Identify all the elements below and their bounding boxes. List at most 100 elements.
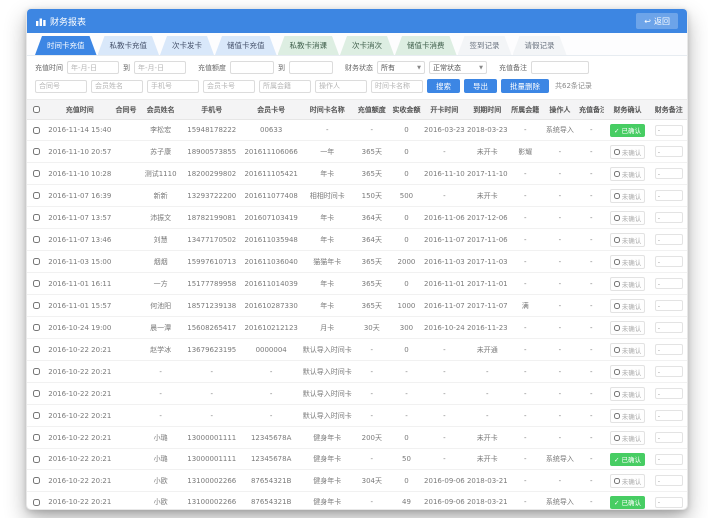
finance-note-input[interactable]: [655, 212, 683, 223]
confirm-checkbox[interactable]: [614, 281, 620, 287]
unconfirmed-toggle[interactable]: 未确认: [610, 431, 646, 445]
finance-state-select[interactable]: 所有 ▼: [377, 61, 425, 74]
row-checkbox[interactable]: [33, 368, 40, 375]
confirm-checkbox[interactable]: [614, 325, 620, 331]
finance-note-input[interactable]: [655, 125, 683, 136]
finance-note-input[interactable]: [655, 388, 683, 399]
filter-input-7[interactable]: [371, 80, 423, 93]
row-checkbox[interactable]: [33, 477, 40, 484]
search-button[interactable]: 搜索: [427, 79, 460, 93]
finance-note-input[interactable]: [655, 146, 683, 157]
row-checkbox[interactable]: [33, 346, 40, 353]
finance-note-input[interactable]: [655, 432, 683, 443]
row-checkbox[interactable]: [33, 390, 40, 397]
confirm-checkbox[interactable]: [614, 193, 620, 199]
row-checkbox[interactable]: [33, 214, 40, 221]
finance-note-input[interactable]: [655, 190, 683, 201]
tab-3[interactable]: 次卡发卡: [160, 36, 214, 55]
finance-note-input[interactable]: [655, 454, 683, 465]
recharge-date-from-input[interactable]: [67, 61, 119, 74]
cell-card-name: 默认导入时间卡: [301, 339, 354, 361]
finance-note-input[interactable]: [655, 497, 683, 508]
finance-note-input[interactable]: [655, 344, 683, 355]
unconfirmed-toggle[interactable]: 未确认: [610, 277, 646, 291]
unconfirmed-toggle[interactable]: 未确认: [610, 299, 646, 313]
confirm-checkbox[interactable]: [614, 237, 620, 243]
quota-to-input[interactable]: [289, 61, 333, 74]
row-checkbox[interactable]: [33, 302, 40, 309]
filter-input-6[interactable]: [315, 80, 367, 93]
quota-from-input[interactable]: [230, 61, 274, 74]
cell-membership: -: [509, 449, 542, 470]
unconfirmed-toggle[interactable]: 未确认: [610, 189, 646, 203]
finance-note-input[interactable]: [655, 410, 683, 421]
row-checkbox[interactable]: [33, 148, 40, 155]
finance-note-input[interactable]: [655, 475, 683, 486]
normal-state-select[interactable]: 正常状态 ▼: [429, 61, 487, 74]
unconfirmed-toggle[interactable]: 未确认: [610, 365, 646, 379]
confirm-checkbox[interactable]: [614, 149, 620, 155]
confirm-checkbox[interactable]: [614, 369, 620, 375]
confirm-checkbox[interactable]: [614, 347, 620, 353]
confirm-checkbox[interactable]: [614, 478, 620, 484]
row-checkbox[interactable]: [33, 258, 40, 265]
filter-input-1[interactable]: [35, 80, 87, 93]
finance-note-input[interactable]: [655, 256, 683, 267]
batch-delete-button[interactable]: 批量删除: [501, 79, 549, 93]
tab-7[interactable]: 储值卡消费: [395, 36, 457, 55]
confirm-checkbox[interactable]: [614, 171, 620, 177]
export-button[interactable]: 导出: [464, 79, 497, 93]
unconfirmed-toggle[interactable]: 未确认: [610, 233, 646, 247]
recharge-date-to-input[interactable]: [134, 61, 186, 74]
unconfirmed-toggle[interactable]: 未确认: [610, 409, 646, 423]
recharge-note-input[interactable]: [531, 61, 589, 74]
tab-8[interactable]: 签到记录: [458, 36, 512, 55]
finance-state-value: 所有: [381, 63, 395, 73]
row-checkbox[interactable]: [33, 412, 40, 419]
row-checkbox[interactable]: [33, 434, 40, 441]
filter-input-4[interactable]: [203, 80, 255, 93]
unconfirmed-toggle[interactable]: 未确认: [610, 474, 646, 488]
unconfirmed-toggle[interactable]: 未确认: [610, 167, 646, 181]
finance-note-input[interactable]: [655, 168, 683, 179]
confirm-checkbox[interactable]: [614, 413, 620, 419]
row-checkbox[interactable]: [33, 192, 40, 199]
confirmed-badge[interactable]: ✓ 已确认: [610, 124, 645, 137]
confirm-checkbox[interactable]: [614, 435, 620, 441]
unconfirmed-toggle[interactable]: 未确认: [610, 321, 646, 335]
row-checkbox[interactable]: [33, 456, 40, 463]
tab-1[interactable]: 时间卡充值: [35, 36, 97, 55]
row-checkbox[interactable]: [33, 170, 40, 177]
confirm-checkbox[interactable]: [614, 303, 620, 309]
unconfirmed-toggle[interactable]: 未确认: [610, 387, 646, 401]
confirm-checkbox[interactable]: [614, 259, 620, 265]
select-all-checkbox[interactable]: [33, 106, 40, 113]
tab-6[interactable]: 次卡消次: [340, 36, 394, 55]
tab-2[interactable]: 私教卡充值: [98, 36, 160, 55]
row-checkbox[interactable]: [33, 127, 40, 134]
back-button[interactable]: ↩ 返回: [636, 13, 678, 29]
filter-input-5[interactable]: [259, 80, 311, 93]
row-checkbox[interactable]: [33, 324, 40, 331]
tab-4[interactable]: 储值卡充值: [215, 36, 277, 55]
finance-note-input[interactable]: [655, 300, 683, 311]
unconfirmed-toggle[interactable]: 未确认: [610, 145, 646, 159]
finance-note-input[interactable]: [655, 278, 683, 289]
row-checkbox[interactable]: [33, 236, 40, 243]
row-checkbox[interactable]: [33, 280, 40, 287]
tab-9[interactable]: 请假记录: [513, 36, 567, 55]
row-checkbox[interactable]: [33, 499, 40, 506]
unconfirmed-toggle[interactable]: 未确认: [610, 211, 646, 225]
finance-note-input[interactable]: [655, 366, 683, 377]
confirm-checkbox[interactable]: [614, 391, 620, 397]
confirm-checkbox[interactable]: [614, 215, 620, 221]
unconfirmed-toggle[interactable]: 未确认: [610, 343, 646, 357]
finance-note-input[interactable]: [655, 322, 683, 333]
finance-note-input[interactable]: [655, 234, 683, 245]
tab-5[interactable]: 私教卡消课: [278, 36, 340, 55]
unconfirmed-toggle[interactable]: 未确认: [610, 255, 646, 269]
confirmed-badge[interactable]: ✓ 已确认: [610, 496, 645, 509]
filter-input-3[interactable]: [147, 80, 199, 93]
confirmed-badge[interactable]: ✓ 已确认: [610, 453, 645, 466]
filter-input-2[interactable]: [91, 80, 143, 93]
